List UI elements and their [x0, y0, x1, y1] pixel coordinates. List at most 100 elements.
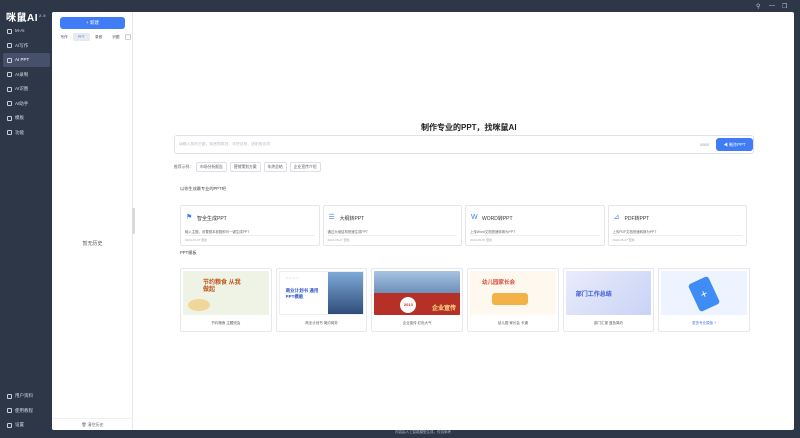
pin-icon[interactable]: ⚲: [756, 3, 760, 10]
history-tab[interactable]: 识图: [108, 33, 124, 41]
assistant-icon: [7, 101, 12, 106]
record-icon: [7, 72, 12, 77]
mode-cards: ⚑ 智全生成PPT 输入主题，设置基本参数即可一键生成PPT 2024-05-07 更…: [180, 205, 747, 246]
template-thumbnail: 节约粮食 从我做起: [183, 271, 269, 315]
template-cards: 节约粮食 从我做起节约粮食 主题班会 ♡ ♡ ♡ ♡ 商业计划书 通用PPT模板商业…: [180, 268, 751, 332]
skyline-photo: [374, 271, 461, 293]
template-caption: 节约粮食 主题班会: [211, 321, 241, 325]
nav-item-label: AI写作: [15, 42, 29, 48]
ppt-icon: [7, 57, 12, 63]
minimize-icon[interactable]: —: [769, 3, 775, 9]
topic-input[interactable]: [179, 142, 479, 146]
nav-item[interactable]: AI助手: [3, 97, 50, 111]
mode-divider: [327, 235, 457, 236]
example-chip[interactable]: 营销策划方案: [229, 162, 261, 172]
char-count: 0/500: [700, 143, 709, 147]
template-thumbnail: 部门工作总结: [565, 271, 652, 315]
history-panel: + 新建 写作 PPT 录音 识图 暂无历史 🗑 清空历史: [52, 12, 133, 430]
template-card[interactable]: 幼儿园家长会幼儿园 家长会 卡通: [467, 268, 559, 332]
rice-bowl-illustration: [188, 299, 210, 311]
example-chip[interactable]: 年终总结: [263, 162, 287, 172]
mode-card[interactable]: ⊿ PDF转PPT 上传PDF文档快速转换为PPT 2024-05-07 更新: [607, 205, 747, 246]
city-photo: [327, 272, 364, 314]
mode-desc: 通过大纲结构快速生成PPT: [327, 230, 369, 234]
nav-bottom-item[interactable]: 用户资料: [3, 389, 50, 403]
example-chip[interactable]: 市场分析报告: [195, 162, 227, 172]
restore-icon[interactable]: ❐: [782, 3, 787, 10]
template-card[interactable]: ♡ ♡ ♡ ♡ 商业计划书 通用PPT模板商业计划书 简约商务: [275, 268, 368, 332]
nav-item[interactable]: AI写作: [3, 39, 50, 53]
thumb-title: 幼儿园家长会: [482, 280, 516, 286]
nav-item[interactable]: 功能: [3, 126, 50, 140]
nav-item-label: AI识图: [15, 86, 29, 91]
template-card[interactable]: 部门工作总结 部门汇报 蓝色简约: [562, 268, 655, 332]
disclaimer: 内容由人工智能模型生成，仅供参考: [395, 430, 451, 434]
thumb-title: 企业宣传: [432, 306, 457, 312]
history-tab[interactable]: 写作: [56, 33, 72, 41]
nav-item-label: 功能: [15, 129, 24, 135]
history-tab[interactable]: PPT: [73, 33, 90, 41]
more-templates-icon: +: [688, 275, 721, 313]
year-badge: 2013: [400, 297, 417, 313]
template-thumbnail: ♡ ♡ ♡ ♡ 商业计划书 通用PPT模板: [278, 271, 365, 315]
thumb-deco: ♡ ♡ ♡ ♡: [285, 276, 299, 280]
template-icon: [7, 115, 12, 121]
gear-icon: [7, 422, 12, 428]
history-empty-text: 暂无历史: [82, 241, 103, 247]
ai-icon: [7, 28, 12, 34]
thumb-title: 部门工作总结: [575, 292, 612, 298]
mode-title: WORD转PPT: [482, 216, 513, 222]
flag-icon: ⚑: [186, 214, 193, 221]
history-filter-icon[interactable]: [125, 34, 131, 40]
mode-date: 2024-05-07 更新: [470, 238, 493, 242]
mode-title: 大纲转PPT: [339, 216, 365, 222]
panel-resize-handle[interactable]: [132, 208, 135, 234]
sidebar-bottom: 用户资料使用教程设置: [0, 389, 52, 433]
template-card[interactable]: 节约粮食 从我做起节约粮食 主题班会: [180, 268, 272, 332]
list-icon: ☰: [328, 214, 335, 221]
mode-card[interactable]: W WORD转PPT 上传Word文档快速转换为PPT 2024-05-07 更新: [465, 205, 605, 246]
user-icon: [7, 393, 12, 399]
mode-title: 智全生成PPT: [197, 216, 227, 222]
mode-date: 2024-05-07 更新: [327, 238, 350, 242]
nav-item[interactable]: AI录制: [3, 68, 50, 82]
clear-history-button[interactable]: 🗑 清空历史: [52, 418, 133, 428]
nav-item-label: 设置: [15, 422, 24, 427]
pen-icon: [7, 43, 12, 48]
nav-item-label: AI PPT: [15, 57, 30, 62]
template-thumbnail: 2013 企业宣传: [374, 271, 461, 315]
nav-bottom-item[interactable]: 设置: [3, 418, 50, 432]
mode-date: 2024-05-07 更新: [612, 238, 635, 242]
feature-icon: [7, 130, 12, 135]
template-card[interactable]: 2013 企业宣传 企业宣传 红色大气: [371, 268, 464, 332]
template-thumbnail: +: [661, 271, 748, 315]
word-icon: W: [471, 214, 478, 221]
examples-label: 推荐示例：: [174, 164, 193, 169]
example-chip[interactable]: 企业宣传介绍: [289, 162, 321, 172]
templates-title: PPT模板: [180, 250, 197, 255]
image-icon: [7, 86, 12, 92]
nav-item[interactable]: AI PPT: [3, 53, 50, 67]
make-ppt-button[interactable]: ◀ 制作PPT: [716, 138, 753, 151]
template-caption: 幼儿园 家长会 卡通: [497, 321, 528, 325]
nav-item[interactable]: AI识图: [3, 82, 50, 96]
nav-item[interactable]: 模板: [3, 111, 50, 125]
new-button[interactable]: + 新建: [60, 17, 125, 29]
mode-card[interactable]: ☰ 大纲转PPT 通过大纲结构快速生成PPT 2024-05-07 更新: [322, 205, 462, 246]
nav-bottom-item[interactable]: 使用教程: [3, 404, 50, 418]
nav-item-label: AI助手: [15, 100, 29, 106]
mode-card[interactable]: ⚑ 智全生成PPT 输入主题，设置基本参数即可一键生成PPT 2024-05-07 更…: [180, 205, 320, 246]
history-tab[interactable]: 录音: [91, 33, 107, 41]
template-card[interactable]: + 更多专业模板 +: [658, 268, 751, 332]
mode-date: 2024-05-07 更新: [185, 238, 208, 242]
nav-item[interactable]: M-AI: [3, 24, 50, 38]
pdf-icon: ⊿: [613, 214, 620, 221]
page-title: 制作专业的PPT，找咪鼠AI: [421, 123, 517, 132]
template-caption: 商业计划书 简约商务: [305, 321, 338, 325]
thumb-title: 商业计划书 通用PPT模板: [285, 288, 319, 299]
nav-item-label: 使用教程: [15, 407, 33, 413]
template-caption: 更多专业模板 +: [692, 321, 717, 325]
title-bar: 咪鼠AI2.0 ⚲ — ❐: [0, 0, 800, 24]
mode-desc: 上传Word文档快速转换为PPT: [470, 230, 516, 234]
help-icon: [7, 408, 12, 413]
